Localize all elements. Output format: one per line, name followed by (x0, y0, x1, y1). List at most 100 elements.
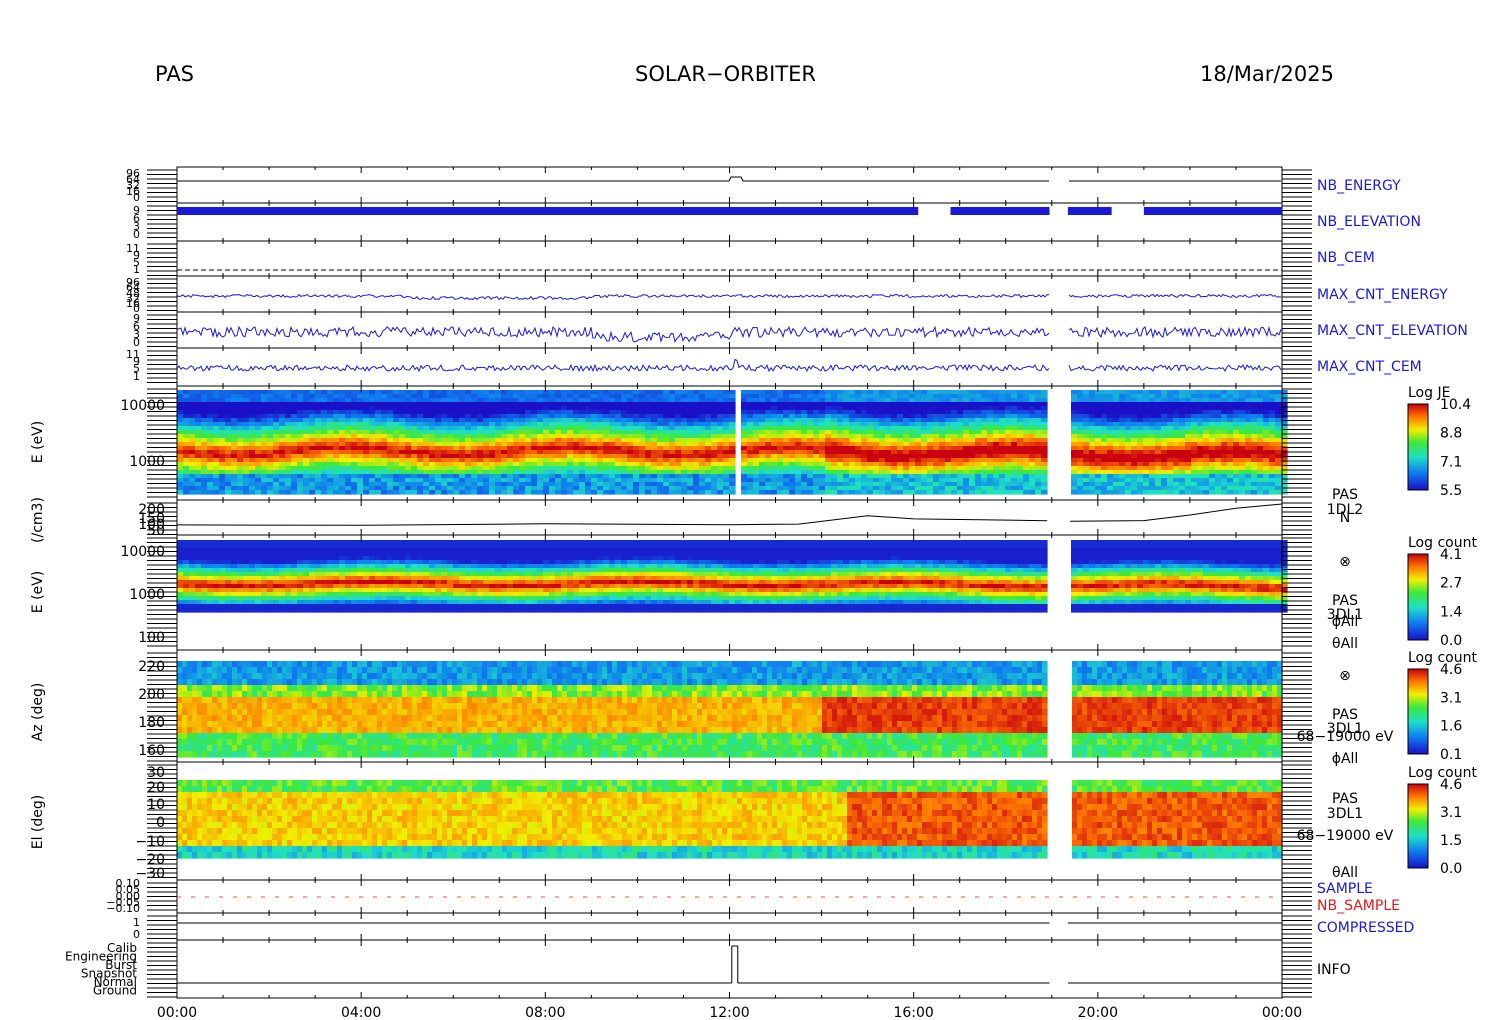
spec_je-cell (1245, 402, 1252, 407)
spec_je-cell (609, 470, 616, 475)
spec_je-cell (1113, 410, 1120, 415)
spec_je-cell (789, 410, 796, 415)
spec_je-cell (507, 414, 514, 419)
spec_je-cell (489, 402, 496, 407)
spec_je-cell (507, 422, 514, 427)
spec_je-cell (303, 454, 310, 459)
spec_je-cell (579, 450, 586, 455)
spec_je-cell (393, 466, 400, 471)
spec_je-cell (957, 446, 964, 451)
spec_je-cell (357, 438, 364, 443)
spec_je-cell (351, 390, 358, 395)
spec_je-cell (237, 402, 244, 407)
spec_je-cell (609, 486, 616, 491)
spec_je-cell (321, 490, 328, 495)
spec_je-cell (795, 478, 802, 483)
spec_je-cell (585, 454, 592, 459)
spec_count_e-cell (261, 548, 268, 553)
spec_je-cell (1017, 458, 1024, 463)
spec_je-cell (381, 486, 388, 491)
spec_je-cell (789, 434, 796, 439)
spec_je-cell (861, 446, 868, 451)
spec_je-cell (255, 406, 262, 411)
spec_je-cell (225, 486, 232, 491)
spec_je-cell (537, 458, 544, 463)
spec_je-cell (423, 474, 430, 479)
spec_je-cell (915, 406, 922, 411)
spec_je-cell (1071, 418, 1078, 423)
spec_je-cell (1197, 398, 1204, 403)
spec_je-cell (309, 450, 316, 455)
spec_je-cell (495, 434, 502, 439)
spec_je-cell (201, 454, 208, 459)
spec_je-cell (723, 394, 730, 399)
spec_je-cell (1233, 462, 1240, 467)
spec_je-cell (813, 474, 820, 479)
spec_je-cell (1035, 398, 1042, 403)
spec_je-cell (1275, 466, 1282, 471)
spec_je-cell (1023, 414, 1030, 419)
spec_je-cell (747, 406, 754, 411)
spec_je-cell (1011, 426, 1018, 431)
spec_je-cell (831, 406, 838, 411)
spec_je-cell (459, 426, 466, 431)
spec_je-cell (777, 478, 784, 483)
spec_je-cell (681, 406, 688, 411)
spec_je-cell (795, 418, 802, 423)
spec_je-cell (1101, 422, 1108, 427)
spec_je-cell (1257, 394, 1264, 399)
spec_je-cell (759, 394, 766, 399)
spec_je-cell (579, 466, 586, 471)
spec_je-cell (207, 406, 214, 411)
spec_je-cell (711, 458, 718, 463)
spec_je-cell (717, 454, 724, 459)
spec_je-cell (1017, 482, 1024, 487)
spec_je-cell (759, 466, 766, 471)
spec_je-cell (729, 462, 736, 467)
spec_je-cell (957, 438, 964, 443)
spec_je-cell (429, 466, 436, 471)
spec_je-cell (1233, 406, 1240, 411)
spec_je-cell (1137, 426, 1144, 431)
spec_je-cell (1251, 450, 1258, 455)
spec_je-cell (699, 402, 706, 407)
spec_je-cell (1239, 490, 1246, 495)
spec_je-cell (1101, 406, 1108, 411)
spec_je-cell (537, 466, 544, 471)
spec_je-cell (681, 450, 688, 455)
spec_je-cell (1215, 422, 1222, 427)
spec_je-cell (705, 398, 712, 403)
spec_je-cell (1035, 418, 1042, 423)
spec_je-cell (255, 446, 262, 451)
spec_je-cell (1107, 478, 1114, 483)
spec_je-cell (837, 394, 844, 399)
spec_je-cell (903, 450, 910, 455)
spec_je-cell (909, 466, 916, 471)
spec_je-cell (561, 442, 568, 447)
spec_je-cell (1011, 398, 1018, 403)
spec_je-cell (915, 430, 922, 435)
spec_count_e-cell (213, 548, 220, 553)
spec_je-cell (939, 462, 946, 467)
spec_je-cell (639, 458, 646, 463)
spec_je-cell (651, 438, 658, 443)
spec_je-cell (771, 478, 778, 483)
spec_je-cell (693, 442, 700, 447)
spec_je-cell (267, 414, 274, 419)
spec_je-cell (1089, 478, 1096, 483)
spec_je-cell (261, 394, 268, 399)
spec_je-cell (1263, 430, 1270, 435)
spec_je-cell (693, 446, 700, 451)
spec_je-cell (681, 466, 688, 471)
spec_je-cell (879, 430, 886, 435)
spec_je-cell (843, 418, 850, 423)
spec_je-cell (897, 454, 904, 459)
spec_je-cell (1263, 462, 1270, 467)
spec_je-cell (177, 450, 184, 455)
spec_je-cell (555, 418, 562, 423)
spec_je-cell (885, 474, 892, 479)
spec_je-cell (1071, 454, 1078, 459)
spec_je-cell (1017, 410, 1024, 415)
spec_je-cell (831, 442, 838, 447)
spec_je-cell (261, 474, 268, 479)
